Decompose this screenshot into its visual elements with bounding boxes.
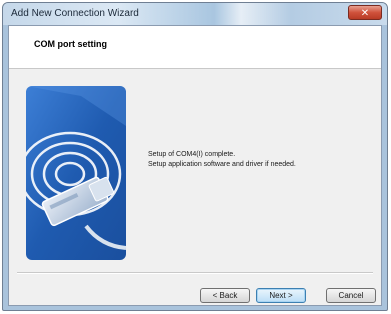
- page-title: COM port setting: [34, 39, 107, 49]
- next-button[interactable]: Next >: [256, 288, 306, 303]
- window-title: Add New Connection Wizard: [11, 8, 139, 19]
- message-line-2: Setup application software and driver if…: [148, 161, 296, 168]
- title-bar[interactable]: Add New Connection Wizard ✕: [3, 3, 387, 25]
- message-line-1: Setup of COM4(I) complete.: [148, 151, 236, 158]
- close-icon: ✕: [360, 8, 370, 19]
- cancel-button[interactable]: Cancel: [326, 288, 376, 303]
- wizard-body: Setup of COM4(I) complete. Setup applica…: [9, 69, 381, 260]
- back-button[interactable]: < Back: [200, 288, 250, 303]
- wizard-window: Add New Connection Wizard ✕ COM port set…: [2, 2, 388, 311]
- wizard-header: COM port setting: [9, 26, 381, 69]
- status-message: Setup of COM4(I) complete. Setup applica…: [148, 150, 296, 170]
- usb-wireless-icon: [26, 86, 126, 260]
- close-button[interactable]: ✕: [348, 5, 382, 20]
- wizard-client-area: COM port setting Setup of COM4(I) comple…: [8, 25, 382, 306]
- footer-divider: [17, 272, 373, 274]
- wizard-illustration: [26, 86, 126, 260]
